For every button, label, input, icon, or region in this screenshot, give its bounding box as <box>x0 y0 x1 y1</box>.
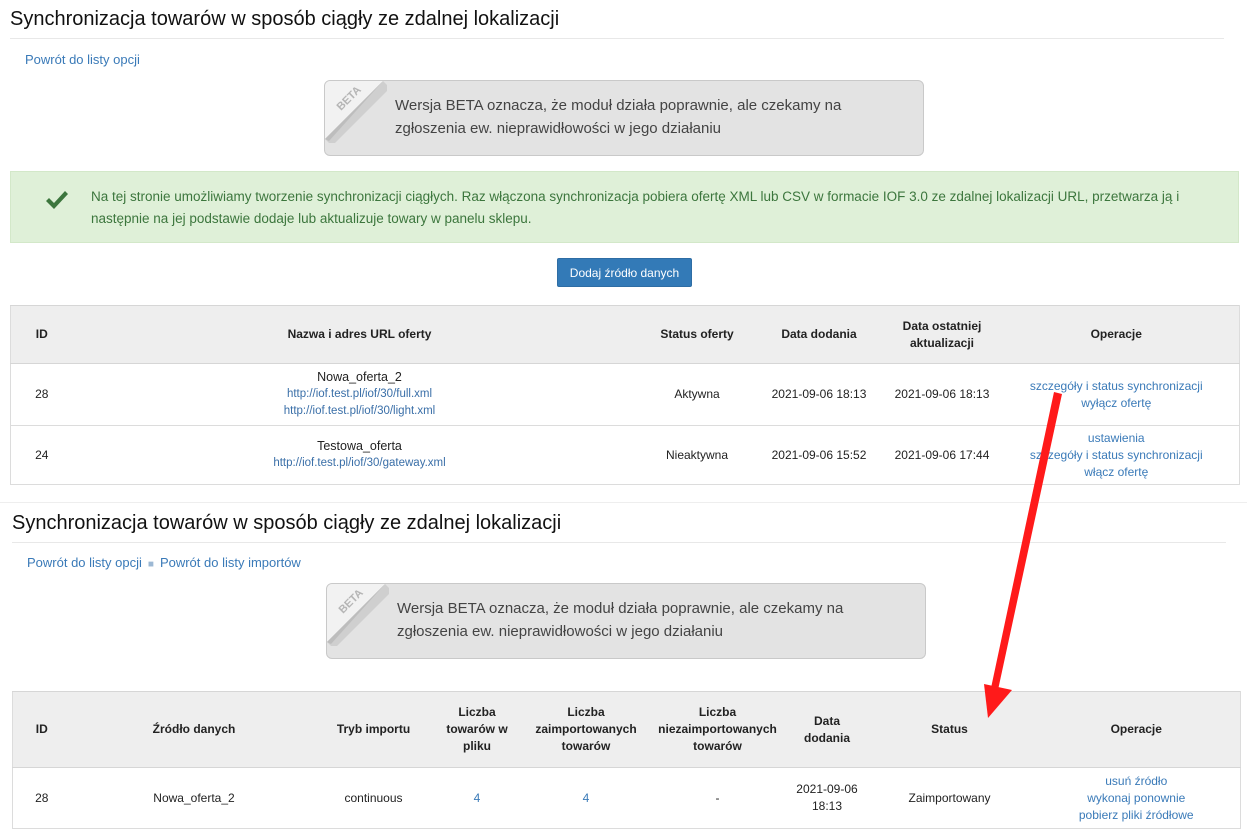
date-updated: 2021-09-06 18:13 <box>890 363 994 426</box>
page-title: Synchronizacja towarów w sposób ciągły z… <box>10 8 560 30</box>
table-row: 24 Testowa_oferta http://iof.test.pl/iof… <box>10 425 1240 485</box>
date-added: 2021-09-06 18:13 <box>787 767 867 829</box>
info-text: Na tej stronie umożliwiamy tworzenie syn… <box>91 189 1180 226</box>
col-items-in-file: Liczba towarów w pliku <box>429 691 525 768</box>
offer-url-link[interactable]: http://iof.test.pl/iof/30/light.xml <box>77 403 643 420</box>
offer-name: Testowa_oferta <box>317 439 402 453</box>
col-id: ID <box>12 691 71 768</box>
date-added: 2021-09-06 15:52 <box>747 425 891 485</box>
col-status: Status <box>866 691 1033 768</box>
status-badge: Zaimportowany <box>866 767 1033 829</box>
sync-details-link[interactable]: szczegóły i status synchronizacji <box>998 378 1236 395</box>
col-import-mode: Tryb importu <box>317 691 430 768</box>
row-id: 24 <box>10 425 73 485</box>
imported-items-link[interactable]: 4 <box>583 791 590 805</box>
table-row: 28 Nowa_oferta_2 http://iof.test.pl/iof/… <box>10 363 1240 426</box>
settings-link[interactable]: ustawienia <box>998 430 1236 447</box>
beta-badge-icon: BETA <box>327 584 389 646</box>
col-id: ID <box>10 305 73 364</box>
sync-details-link[interactable]: szczegóły i status synchronizacji <box>998 447 1236 464</box>
offers-table: ID Nazwa i adres URL oferty Status ofert… <box>10 305 1240 485</box>
col-name-url: Nazwa i adres URL oferty <box>72 305 647 364</box>
beta-notice: BETA Wersja BETA oznacza, że moduł dział… <box>324 80 924 156</box>
items-in-file-cell: 4 <box>429 767 525 829</box>
items-in-file-link[interactable]: 4 <box>474 791 481 805</box>
beta-notice: BETA Wersja BETA oznacza, że moduł dział… <box>326 583 926 659</box>
col-imported-items: Liczba zaimportowanych towarów <box>524 691 648 768</box>
status-badge: Aktywna <box>646 363 748 426</box>
breadcrumb: Powrót do listy opcji ■ Powrót do listy im… <box>27 555 301 570</box>
import-mode: continuous <box>317 767 430 829</box>
back-to-options-link[interactable]: Powrót do listy opcji <box>25 52 140 67</box>
col-date-added: Data dodania <box>787 691 867 768</box>
back-to-options-link[interactable]: Powrót do listy opcji <box>27 555 142 570</box>
beta-badge-icon: BETA <box>325 81 387 143</box>
checkmark-icon <box>46 191 68 209</box>
row-id: 28 <box>10 363 73 426</box>
run-again-link[interactable]: wykonaj ponownie <box>1037 790 1237 807</box>
beta-text: Wersja BETA oznacza, że moduł działa pop… <box>395 97 842 137</box>
info-alert: Na tej stronie umożliwiamy tworzenie syn… <box>10 171 1239 243</box>
beta-text: Wersja BETA oznacza, że moduł działa pop… <box>397 600 844 640</box>
not-imported-items: - <box>647 767 788 829</box>
title-divider <box>10 38 1224 39</box>
separator: ■ <box>147 559 154 570</box>
offer-name: Nowa_oferta_2 <box>317 370 402 384</box>
col-operations: Operacje <box>1032 691 1241 768</box>
breadcrumb: Powrót do listy opcji <box>25 52 140 67</box>
operations-cell: ustawienia szczegóły i status synchroniz… <box>993 425 1240 485</box>
date-updated: 2021-09-06 17:44 <box>890 425 994 485</box>
offer-url-link[interactable]: http://iof.test.pl/iof/30/full.xml <box>77 386 643 403</box>
import-details-panel: Synchronizacja towarów w sposób ciągły z… <box>0 502 1247 839</box>
table-row: 28 Nowa_oferta_2 continuous 4 4 - 2021-0… <box>12 767 1241 829</box>
col-date-added: Data dodania <box>747 305 891 364</box>
sync-list-panel: Synchronizacja towarów w sposób ciągły z… <box>0 0 1247 500</box>
imports-table: ID Źródło danych Tryb importu Liczba tow… <box>12 691 1241 829</box>
title-divider <box>12 542 1226 543</box>
col-not-imported-items: Liczba niezaimportowanych towarów <box>647 691 788 768</box>
date-added: 2021-09-06 18:13 <box>747 363 891 426</box>
status-badge: Nieaktywna <box>646 425 748 485</box>
delete-source-link[interactable]: usuń źródło <box>1037 773 1237 790</box>
source-name: Nowa_oferta_2 <box>70 767 318 829</box>
offer-url-link[interactable]: http://iof.test.pl/iof/30/gateway.xml <box>77 455 643 472</box>
col-operations: Operacje <box>993 305 1240 364</box>
col-source: Źródło danych <box>70 691 318 768</box>
enable-offer-link[interactable]: włącz ofertę <box>998 464 1236 481</box>
row-id: 28 <box>12 767 71 829</box>
back-to-imports-link[interactable]: Powrót do listy importów <box>160 555 301 570</box>
add-data-source-button[interactable]: Dodaj źródło danych <box>557 258 692 287</box>
imported-items-cell: 4 <box>524 767 648 829</box>
operations-cell: szczegóły i status synchronizacji wyłącz… <box>993 363 1240 426</box>
page-title: Synchronizacja towarów w sposób ciągły z… <box>12 512 562 534</box>
col-date-updated: Data ostatniej aktualizacji <box>890 305 994 364</box>
download-source-files-link[interactable]: pobierz pliki źródłowe <box>1037 807 1237 824</box>
offer-cell: Nowa_oferta_2 http://iof.test.pl/iof/30/… <box>72 363 647 426</box>
operations-cell: usuń źródło wykonaj ponownie pobierz pli… <box>1032 767 1241 829</box>
disable-offer-link[interactable]: wyłącz ofertę <box>998 395 1236 412</box>
offer-cell: Testowa_oferta http://iof.test.pl/iof/30… <box>72 425 647 485</box>
col-status: Status oferty <box>646 305 748 364</box>
